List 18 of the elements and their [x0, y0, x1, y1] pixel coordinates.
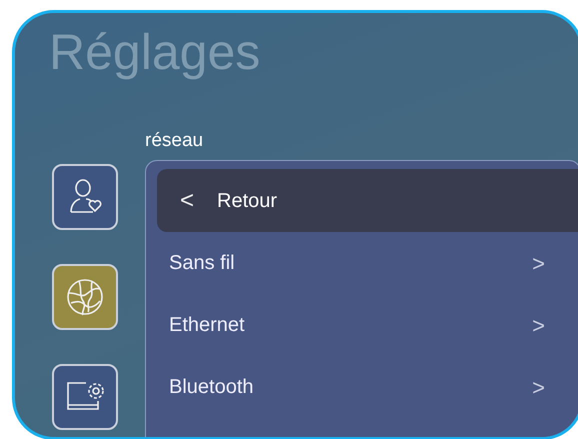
chevron-icon: >	[532, 246, 545, 280]
menu-item[interactable]: Bluetooth >	[157, 356, 578, 418]
chevron-icon: >	[532, 308, 545, 342]
menu-item[interactable]: Ethernet >	[157, 294, 578, 356]
section-title: réseau	[145, 130, 204, 152]
menu-item[interactable]: Sans fil >	[157, 232, 578, 294]
back-icon: <	[157, 182, 217, 218]
menu-item-label: Sans fil	[169, 251, 235, 276]
sidebar-item[interactable]	[52, 164, 118, 230]
back-label: Retour	[217, 188, 278, 214]
back-button[interactable]: < Retour	[157, 169, 578, 232]
sidebar-item[interactable]	[52, 264, 118, 330]
menu-item-label: Ethernet	[169, 313, 245, 338]
page-title: Réglages	[48, 23, 262, 82]
sidebar-item[interactable]	[52, 364, 118, 430]
chevron-icon: >	[532, 370, 545, 404]
globe-network-icon	[64, 276, 106, 318]
menu-item-label: Bluetooth	[169, 375, 254, 400]
